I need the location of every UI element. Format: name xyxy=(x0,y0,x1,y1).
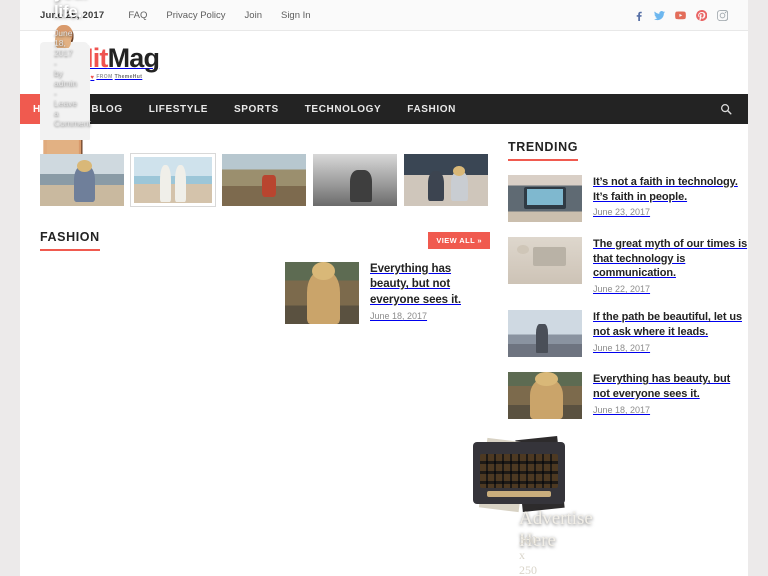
top-link-sign-in[interactable]: Sign In xyxy=(281,10,311,21)
fashion-section-header: FASHION VIEW ALL » xyxy=(40,230,490,251)
fashion-list-item[interactable]: Everything has beauty, but not everyone … xyxy=(285,262,490,324)
top-bar: June 25, 2017 FAQ Privacy Policy Join Si… xyxy=(20,0,748,31)
main-navigation: HOME BLOG LIFESTYLE SPORTS TECHNOLOGY FA… xyxy=(20,94,748,124)
trending-item-1[interactable]: It’s not a faith in technology. It’s fai… xyxy=(508,175,748,222)
trending-item-image xyxy=(508,237,582,284)
hero-thumbnail-carousel xyxy=(40,148,490,216)
hero-thumb-1[interactable] xyxy=(40,154,124,206)
hero-thumb-2[interactable] xyxy=(131,154,215,206)
site-container: June 25, 2017 FAQ Privacy Policy Join Si… xyxy=(20,0,748,576)
nav-item-technology[interactable]: TECHNOLOGY xyxy=(292,94,395,124)
brand-bar: HitMag WITH ♥ FROM ThemeHut xyxy=(20,31,748,94)
nav-item-sports[interactable]: SPORTS xyxy=(221,94,292,124)
trending-item-date: June 18, 2017 xyxy=(593,405,650,415)
fashion-post-grid: Everything has beauty, but not everyone … xyxy=(40,262,490,324)
brand-name-second: Mag xyxy=(108,43,160,73)
search-toggle[interactable] xyxy=(704,94,748,124)
youtube-icon[interactable] xyxy=(675,10,686,21)
trending-item-date: June 23, 2017 xyxy=(593,207,650,217)
fashion-post-list: Everything has beauty, but not everyone … xyxy=(285,262,490,324)
fashion-featured-post[interactable] xyxy=(40,262,268,324)
sidebar: TRENDING It’s not a faith in technology.… xyxy=(508,140,748,448)
trending-item-title: If the path be beautiful, let us not ask… xyxy=(593,310,748,339)
fashion-item-title: Everything has beauty, but not everyone … xyxy=(370,262,490,308)
fashion-item-image xyxy=(285,262,359,324)
facebook-icon[interactable] xyxy=(633,10,644,21)
fashion-section-title: FASHION xyxy=(40,230,100,251)
top-nav: FAQ Privacy Policy Join Sign In xyxy=(128,10,310,21)
trending-item-3[interactable]: If the path be beautiful, let us not ask… xyxy=(508,310,748,357)
trending-item-2[interactable]: The great myth of our times is that tech… xyxy=(508,237,748,295)
fashion-item-date: June 18, 2017 xyxy=(370,311,427,321)
hero-thumb-4[interactable] xyxy=(313,154,397,206)
tagline-from: FROM xyxy=(96,75,112,80)
trending-item-image xyxy=(508,372,582,419)
content-area: FEATURED / LIFESTYLE Be happy for this m… xyxy=(20,124,748,448)
trending-item-image xyxy=(508,175,582,222)
social-links xyxy=(633,10,728,21)
search-icon[interactable] xyxy=(720,103,732,115)
trending-item-title: The great myth of our times is that tech… xyxy=(593,237,748,281)
hero-thumb-5[interactable] xyxy=(404,154,488,206)
trending-item-image xyxy=(508,310,582,357)
trending-title: TRENDING xyxy=(508,140,578,161)
trending-item-text: If the path be beautiful, let us not ask… xyxy=(593,310,748,357)
trending-item-text: The great myth of our times is that tech… xyxy=(593,237,748,295)
trending-item-4[interactable]: Everything has beauty, but not everyone … xyxy=(508,372,748,419)
main-column: FEATURED / LIFESTYLE Be happy for this m… xyxy=(40,140,490,448)
nav-item-fashion[interactable]: FASHION xyxy=(394,94,469,124)
trending-item-text: It’s not a faith in technology. It’s fai… xyxy=(593,175,748,222)
trending-item-title: It’s not a faith in technology. It’s fai… xyxy=(593,175,748,204)
twitter-icon[interactable] xyxy=(654,10,665,21)
tagline-brand: ThemeHut xyxy=(115,75,143,80)
instagram-icon[interactable] xyxy=(717,10,728,21)
page-root: June 25, 2017 FAQ Privacy Policy Join Si… xyxy=(0,0,768,576)
top-link-privacy-policy[interactable]: Privacy Policy xyxy=(166,10,225,21)
heart-icon: ♥ xyxy=(90,75,94,81)
trending-item-title: Everything has beauty, but not everyone … xyxy=(593,372,748,401)
trending-item-date: June 22, 2017 xyxy=(593,284,650,294)
nav-item-lifestyle[interactable]: LIFESTYLE xyxy=(136,94,221,124)
top-link-join[interactable]: Join xyxy=(245,10,262,21)
pinterest-icon[interactable] xyxy=(696,10,707,21)
trending-item-text: Everything has beauty, but not everyone … xyxy=(593,372,748,419)
top-link-faq[interactable]: FAQ xyxy=(128,10,147,21)
trending-item-date: June 18, 2017 xyxy=(593,343,650,353)
hero-thumb-3[interactable] xyxy=(222,154,306,206)
fashion-item-text: Everything has beauty, but not everyone … xyxy=(370,262,490,324)
trending-widget: TRENDING It’s not a faith in technology.… xyxy=(508,140,748,419)
fashion-view-all-button[interactable]: VIEW ALL » xyxy=(428,232,490,249)
